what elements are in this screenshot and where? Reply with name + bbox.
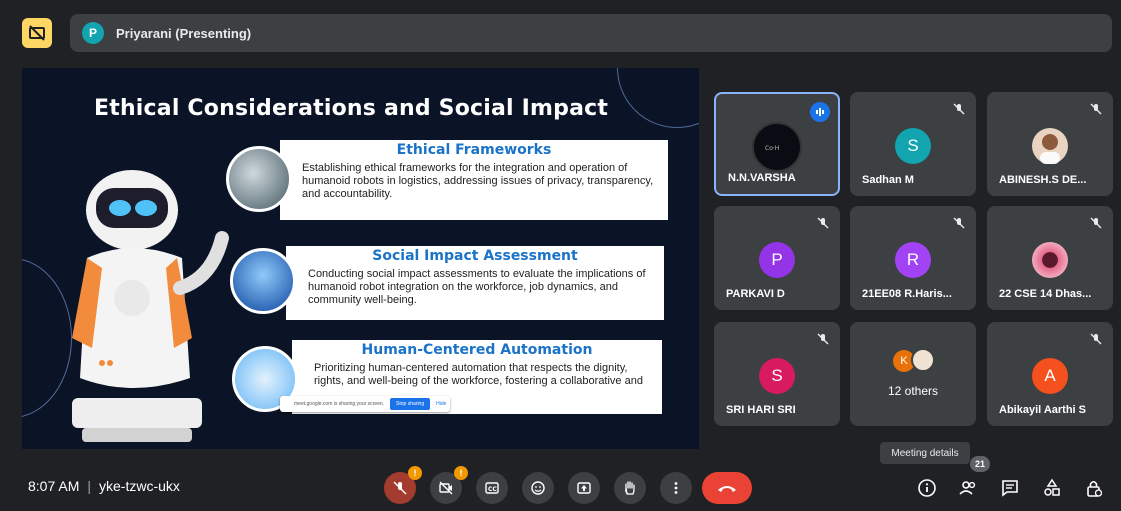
participant-avatar: A [1032,358,1068,394]
emoji-icon [531,481,545,495]
present-off-icon[interactable] [22,18,52,48]
end-call-icon [718,486,736,492]
mic-off-icon [1090,333,1102,345]
host-controls-button[interactable] [1082,476,1106,500]
people-icon [959,481,976,495]
participant-name: ABINESH.S DE... [999,174,1087,186]
participant-tile[interactable]: S SRI HARI SRI [714,322,840,426]
participant-tile[interactable]: A Abikayil Aarthi S [987,322,1113,426]
participant-tile[interactable]: ABINESH.S DE... [987,92,1113,196]
others-count: 12 others [887,384,939,398]
people-button[interactable] [956,476,980,500]
captions-button[interactable]: CC [476,472,508,504]
participant-avatar [1032,128,1068,164]
screen-share-banner: meet.google.com is sharing your screen. … [280,396,450,412]
svg-text:Co·H: Co·H [765,145,779,152]
mic-off-button[interactable]: ! [384,466,422,504]
clock-time: 8:07 AM [28,478,80,494]
share-banner-text: meet.google.com is sharing your screen. [294,401,385,407]
others-tile[interactable]: K 12 others [850,322,976,426]
mic-off-icon [817,333,829,345]
participant-name: 22 CSE 14 Dhas... [999,288,1092,300]
card-social-impact: Social Impact Assessment Conducting soci… [286,246,664,320]
participant-avatar: P [759,242,795,278]
hide-banner-link[interactable]: Hide [436,401,446,407]
participant-tile[interactable]: Co·H N.N.VARSHA [714,92,840,196]
others-avatar-photo [911,348,935,372]
card-ethical-frameworks: Ethical Frameworks Establishing ethical … [280,140,668,220]
present-button[interactable] [568,472,600,504]
more-options-button[interactable] [660,472,692,504]
participant-avatar: R [895,242,931,278]
slide-title: Ethical Considerations and Social Impact [94,96,609,121]
participant-name: PARKAVI D [726,288,785,300]
participant-tile[interactable]: 22 CSE 14 Dhas... [987,206,1113,310]
presentation-header: P Priyarani (Presenting) [12,10,1112,56]
presenter-label: Priyarani (Presenting) [116,25,252,41]
participant-name: Abikayil Aarthi S [999,404,1087,416]
activities-button[interactable] [1040,476,1064,500]
end-call-button[interactable] [702,472,752,504]
control-bar: 8:07 AM | yke-tzwc-ukx ! ! CC [0,460,1121,511]
mic-off-icon [1090,103,1102,115]
camera-off-button[interactable]: ! [430,466,468,504]
shared-screen: Ethical Considerations and Social Impact… [22,68,699,449]
mic-off-icon [953,103,965,115]
svg-text:CC: CC [488,486,497,493]
participant-tile[interactable]: S Sadhan M [850,92,976,196]
more-options-icon [674,482,678,494]
stop-sharing-button[interactable]: Stop sharing [390,398,431,410]
chat-button[interactable] [998,476,1022,500]
participant-avatar: Co·H [752,122,802,172]
mic-off-icon [817,217,829,229]
card-body: Conducting social impact assessments to … [308,268,646,306]
presenter-avatar: P [82,22,104,44]
host-controls-icon [1087,480,1103,497]
mic-off-icon [1090,217,1102,229]
card-body: Prioritizing human-centered automation t… [314,362,643,387]
raise-hand-icon [625,481,635,495]
meet-window: P Priyarani (Presenting) Ethical Conside… [0,0,1121,511]
meeting-details-button[interactable] [915,476,939,500]
emoji-button[interactable] [522,472,554,504]
participant-tile[interactable]: P PARKAVI D [714,206,840,310]
robot-illustration [72,170,229,442]
presenter-bar: P Priyarani (Presenting) [70,14,1112,52]
participant-name: 21EE08 R.Haris... [862,288,952,300]
card-title: Human-Centered Automation [361,342,593,358]
meeting-code: yke-tzwc-ukx [99,478,180,494]
card-title: Ethical Frameworks [396,142,552,158]
raise-hand-button[interactable] [614,472,646,504]
card-title: Social Impact Assessment [372,248,578,264]
chat-icon [1002,480,1018,497]
participant-name: SRI HARI SRI [726,404,796,416]
participant-name: N.N.VARSHA [728,172,796,184]
participant-avatar: S [895,128,931,164]
mic-off-icon [393,481,407,495]
meeting-info: 8:07 AM | yke-tzwc-ukx [28,478,180,494]
card-image [230,248,296,314]
participant-tile[interactable]: R 21EE08 R.Haris... [850,206,976,310]
participant-avatar: S [759,358,795,394]
mic-off-icon [953,217,965,229]
warning-badge: ! [454,466,468,480]
camera-off-icon [439,481,453,495]
info-icon [918,479,936,497]
present-screen-icon [577,482,591,494]
people-count-badge: 21 [970,456,990,472]
participant-avatar [1032,242,1068,278]
card-image [226,146,292,212]
activities-icon [1044,478,1060,496]
captions-icon: CC [485,482,499,494]
participant-name: Sadhan M [862,174,914,186]
speaking-icon [810,102,830,122]
card-body: Establishing ethical frameworks for the … [302,162,654,200]
warning-badge: ! [408,466,422,480]
